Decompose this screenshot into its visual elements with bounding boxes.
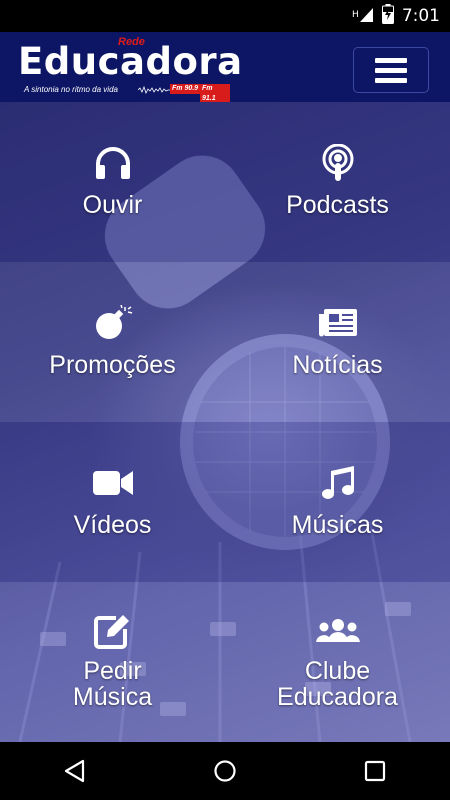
menu-row-2: Promoções Notícias	[0, 262, 450, 422]
video-camera-icon	[92, 464, 134, 502]
tile-videos[interactable]: Vídeos	[0, 422, 225, 582]
tile-label: Pedir Música	[72, 657, 153, 711]
tile-label: Clube Educadora	[277, 657, 398, 711]
home-button[interactable]	[195, 751, 255, 791]
logo-slogan: A sintonia no ritmo da vida	[24, 85, 118, 94]
menu-row-4: Pedir Música Clube Educadora	[0, 582, 450, 742]
tile-ouvir[interactable]: Ouvir	[0, 102, 225, 262]
tile-label: Podcasts	[286, 191, 389, 219]
frequency-badge-1: Fm 90.9	[170, 84, 201, 94]
hamburger-menu-icon	[375, 55, 407, 85]
svg-text:H: H	[352, 10, 359, 20]
podcast-icon	[321, 144, 355, 182]
back-icon	[64, 759, 85, 783]
menu-row-3: Vídeos Músicas	[0, 422, 450, 582]
logo-brand: Educadora	[18, 40, 243, 83]
waveform-icon	[138, 86, 170, 94]
main-menu-grid: Ouvir Podcasts Promoções Notícias Vídeos…	[0, 102, 450, 742]
tile-musicas[interactable]: Músicas	[225, 422, 450, 582]
educadora-logo[interactable]: Rede Educadora A sintonia no ritmo da vi…	[18, 36, 242, 104]
tile-label: Notícias	[292, 351, 383, 379]
recents-button[interactable]	[345, 751, 405, 791]
tile-podcasts[interactable]: Podcasts	[225, 102, 450, 262]
home-icon	[214, 760, 236, 782]
app-header: Rede Educadora A sintonia no ritmo da vi…	[0, 32, 450, 104]
tile-pedir-musica[interactable]: Pedir Música	[0, 582, 225, 742]
recents-icon	[364, 760, 386, 782]
status-time: 7:01	[401, 6, 440, 26]
newspaper-icon	[318, 304, 358, 342]
frequency-badge-2: Fm 91.1	[200, 84, 230, 104]
tile-label: Promoções	[49, 351, 176, 379]
menu-row-1: Ouvir Podcasts	[0, 102, 450, 262]
hamburger-menu-button[interactable]	[353, 47, 429, 93]
headphones-icon	[94, 144, 132, 182]
tile-label: Vídeos	[73, 511, 152, 539]
music-note-icon	[321, 464, 355, 502]
bomb-icon	[93, 304, 133, 342]
edit-icon	[93, 612, 132, 650]
back-button[interactable]	[45, 751, 105, 791]
tile-promocoes[interactable]: Promoções	[0, 262, 225, 422]
tile-clube-educadora[interactable]: Clube Educadora	[225, 582, 450, 742]
tile-noticias[interactable]: Notícias	[225, 262, 450, 422]
tile-label: Ouvir	[82, 191, 143, 219]
battery-charging-icon	[381, 3, 394, 29]
status-bar: H 7:01	[0, 0, 450, 32]
system-nav-bar	[0, 742, 450, 800]
signal-icon: H	[352, 5, 374, 28]
tile-label: Músicas	[291, 511, 384, 539]
users-icon	[315, 612, 361, 650]
